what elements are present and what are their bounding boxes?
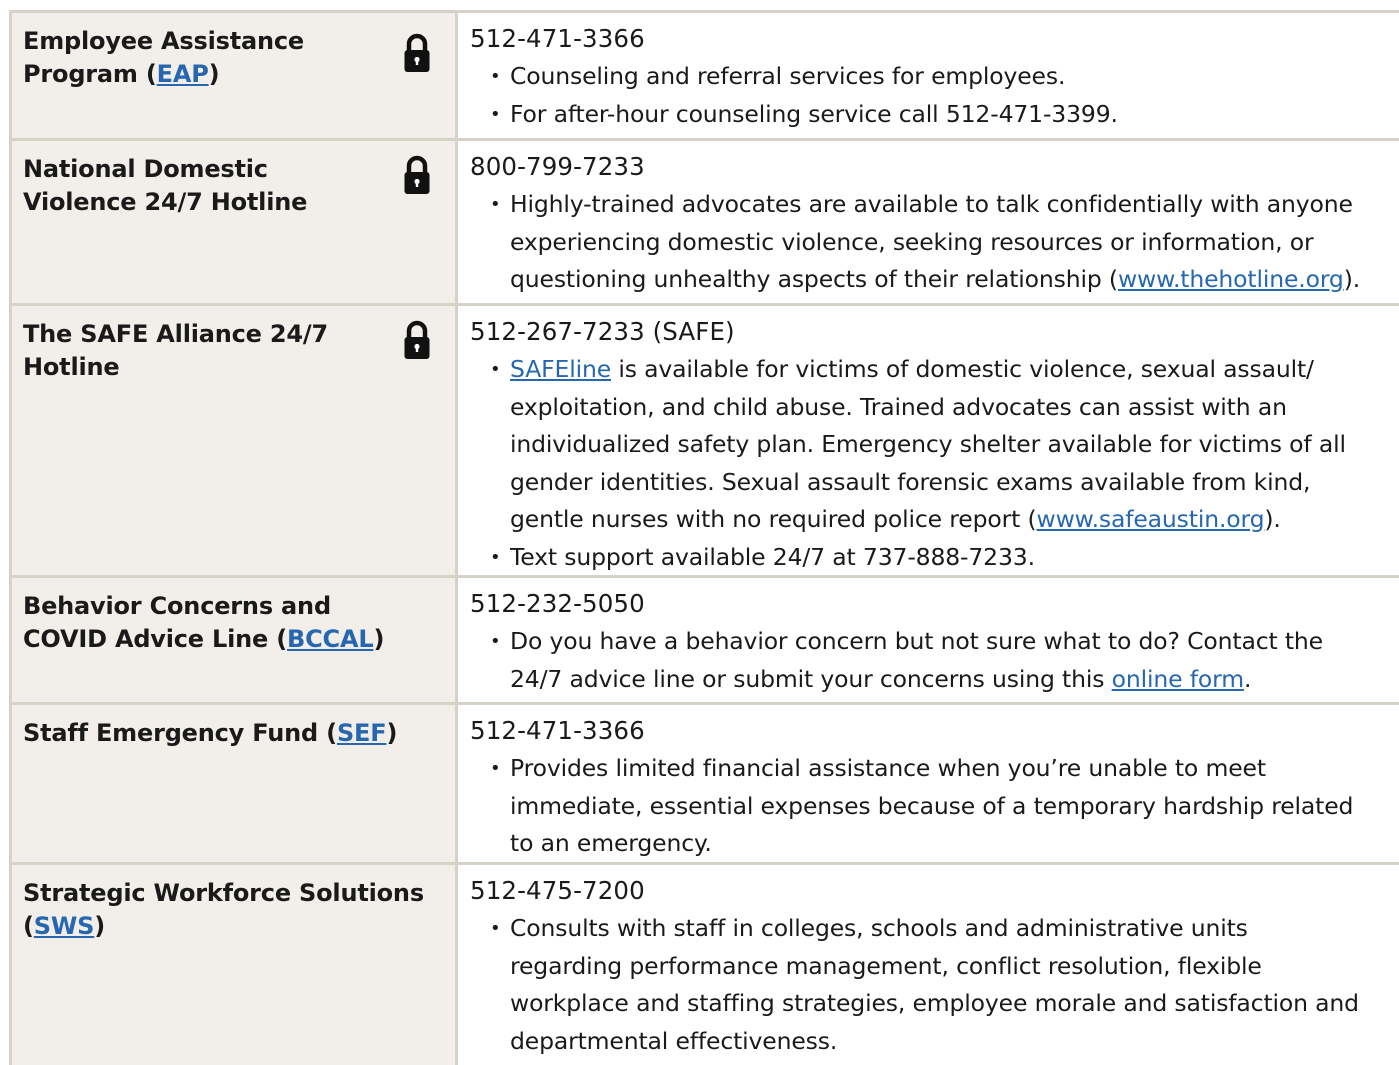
safeline-link[interactable]: SAFEline [510,355,611,383]
phone-number: 512-267-7233 (SAFE) [470,317,735,346]
list-item: Provides limited financial assistance wh… [470,750,1399,863]
service-name: National Domestic Violence 24/7 Hotline [23,155,308,216]
phone-number: 512-471-3366 [470,24,645,53]
phone-number: 512-475-7200 [470,876,645,905]
service-detail-cell: 512-475-7200 Consults with staff in coll… [458,865,1399,1065]
service-name-cell: National Domestic Violence 24/7 Hotline [9,141,458,303]
detail-list: Consults with staff in colleges, schools… [470,910,1399,1060]
table-row: Strategic Workforce Solutions (SWS) 512-… [9,865,1399,1065]
table-row: Staff Emergency Fund (SEF) 512-471-3366 … [9,705,1399,865]
list-item: Do you have a behavior concern but not s… [470,623,1399,698]
list-item: SAFEline is available for victims of dom… [470,351,1399,539]
table-row: National Domestic Violence 24/7 Hotline … [9,141,1399,306]
online-form-link[interactable]: online form [1112,665,1244,693]
service-name: Staff Emergency Fund (SEF) [23,719,398,747]
service-detail-cell: 512-232-5050 Do you have a behavior conc… [458,578,1399,702]
table-row: The SAFE Alliance 24/7 Hotline 512-267-7… [9,306,1399,578]
service-name: Employee Assistance Program (EAP) [23,27,304,88]
service-detail-cell: 512-471-3366 Counseling and referral ser… [458,13,1399,138]
list-item: Highly-trained advocates are available t… [470,186,1399,299]
detail-list: Highly-trained advocates are available t… [470,186,1399,299]
detail-list: Counseling and referral services for emp… [470,58,1399,133]
list-item: Text support available 24/7 at 737-888-7… [470,539,1399,577]
service-name-cell: Strategic Workforce Solutions (SWS) [9,865,458,1065]
sws-link[interactable]: SWS [34,912,95,940]
lock-icon [404,155,430,194]
service-detail-cell: 512-267-7233 (SAFE) SAFEline is availabl… [458,306,1399,576]
list-item: Consults with staff in colleges, schools… [470,910,1399,1060]
bccal-link[interactable]: BCCAL [287,625,374,653]
service-name-cell: Staff Emergency Fund (SEF) [9,705,458,862]
service-name: The SAFE Alliance 24/7 Hotline [23,320,328,381]
service-name-cell: Employee Assistance Program (EAP) [9,13,458,138]
safeaustin-website-link[interactable]: www.safeaustin.org [1037,505,1265,533]
detail-list: Provides limited financial assistance wh… [470,750,1399,863]
table-row: Behavior Concerns and COVID Advice Line … [9,578,1399,705]
table-row: Employee Assistance Program (EAP) 512-47… [9,10,1399,141]
phone-number: 512-232-5050 [470,589,645,618]
detail-list: SAFEline is available for victims of dom… [470,351,1399,576]
service-name-cell: The SAFE Alliance 24/7 Hotline [9,306,458,575]
hotline-website-link[interactable]: www.thehotline.org [1118,265,1344,293]
phone-number: 800-799-7233 [470,152,645,181]
sef-link[interactable]: SEF [337,719,387,747]
detail-list: Do you have a behavior concern but not s… [470,623,1399,698]
service-name-cell: Behavior Concerns and COVID Advice Line … [9,578,458,702]
phone-number: 512-471-3366 [470,716,645,745]
service-detail-cell: 800-799-7233 Highly-trained advocates ar… [458,141,1399,303]
lock-icon [404,320,430,359]
service-detail-cell: 512-471-3366 Provides limited financial … [458,705,1399,862]
list-item: Counseling and referral services for emp… [470,58,1399,96]
eap-link[interactable]: EAP [157,60,209,88]
service-name: Strategic Workforce Solutions (SWS) [23,879,424,940]
lock-icon [404,33,430,72]
list-item: For after-hour counseling service call 5… [470,96,1399,134]
service-name: Behavior Concerns and COVID Advice Line … [23,592,385,653]
